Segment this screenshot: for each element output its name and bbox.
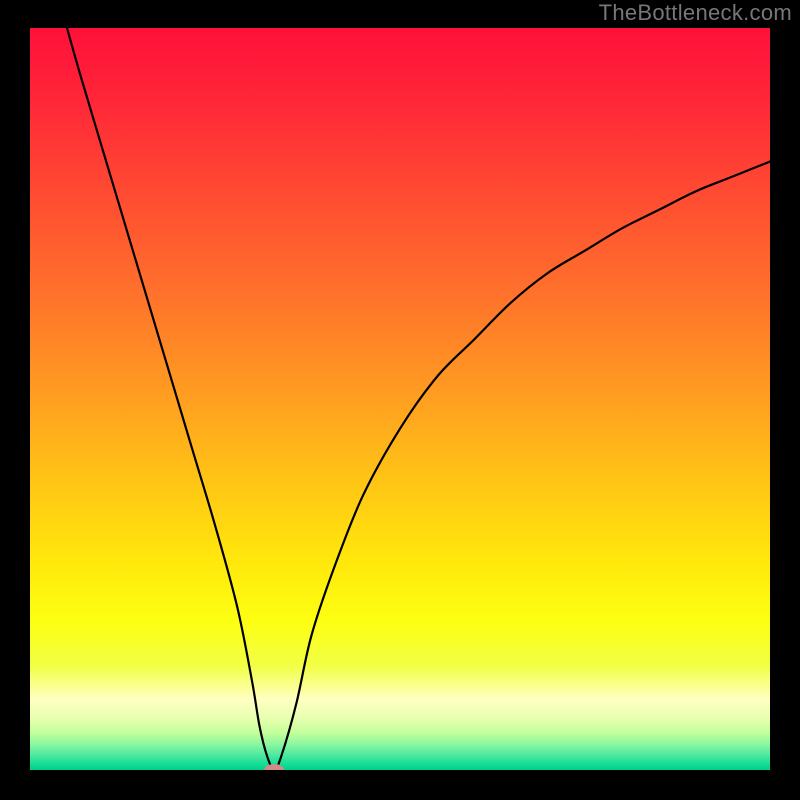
watermark-text: TheBottleneck.com: [599, 0, 792, 26]
gradient-background: [30, 28, 770, 770]
chart-svg: [0, 0, 800, 800]
minimum-marker: [264, 764, 284, 776]
chart-container: TheBottleneck.com: [0, 0, 800, 800]
